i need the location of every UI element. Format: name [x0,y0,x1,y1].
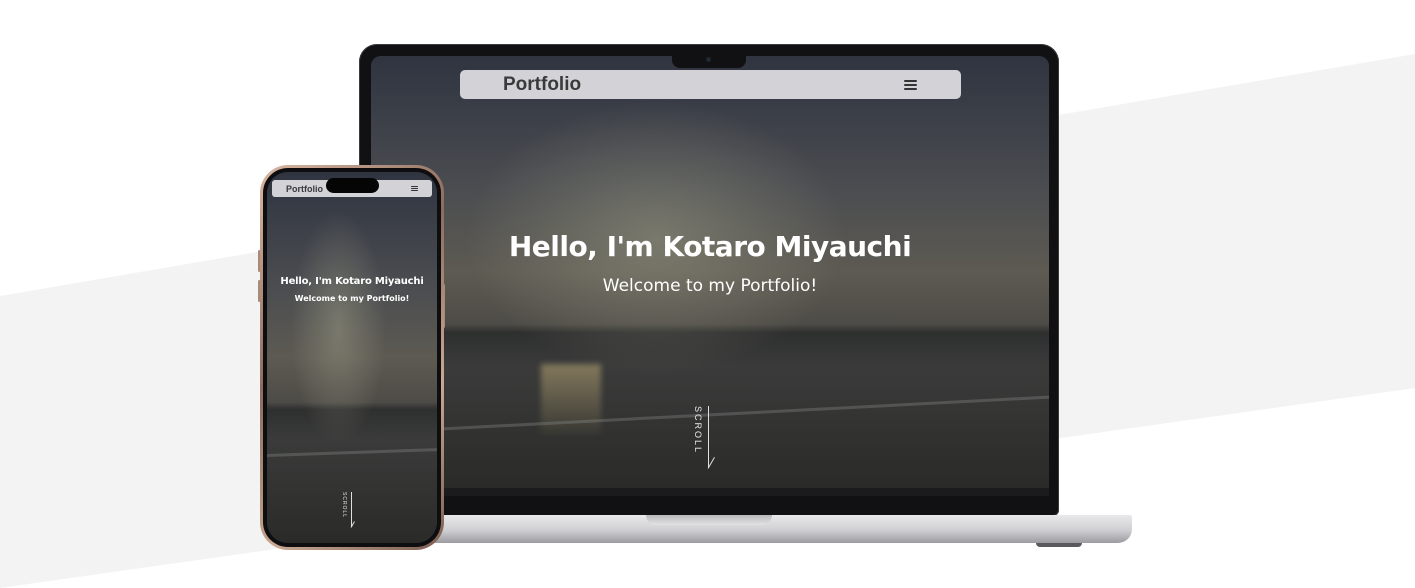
hero-title: Hello, I'm Kotaro Miyauchi [280,276,424,287]
site-logo[interactable]: Portfolio [286,184,323,194]
hero-subtitle: Welcome to my Portfolio! [602,276,818,296]
scroll-label: SCROLL [341,492,347,519]
dynamic-island [326,178,379,193]
hero-subtitle: Welcome to my Portfolio! [294,294,410,303]
scroll-arrow-line [351,492,352,527]
laptop-bezel [371,488,1049,496]
site-logo[interactable]: Portfolio [503,74,581,96]
scroll-indicator[interactable]: SCROLL [691,404,721,474]
mockup-stage: Portfolio Hello, I'm Kotaro Miyauchi Wel… [0,0,1415,588]
scroll-indicator[interactable]: SCROLL [341,490,361,530]
hamburger-menu-icon[interactable] [411,185,418,192]
site-header: Portfolio [460,70,961,99]
laptop-opening-groove [646,515,772,525]
scroll-label: SCROLL [693,406,703,455]
hero-title: Hello, I'm Kotaro Miyauchi [508,230,912,263]
phone-screen: Portfolio Hello, I'm Kotaro Miyauchi Wel… [267,172,437,543]
hero-background-image [267,172,437,543]
hamburger-menu-icon[interactable] [904,79,917,90]
laptop-foot [1036,543,1082,547]
scroll-arrow-line [708,406,709,468]
camera-icon [706,57,711,62]
laptop-screen: Portfolio Hello, I'm Kotaro Miyauchi Wel… [371,56,1049,488]
